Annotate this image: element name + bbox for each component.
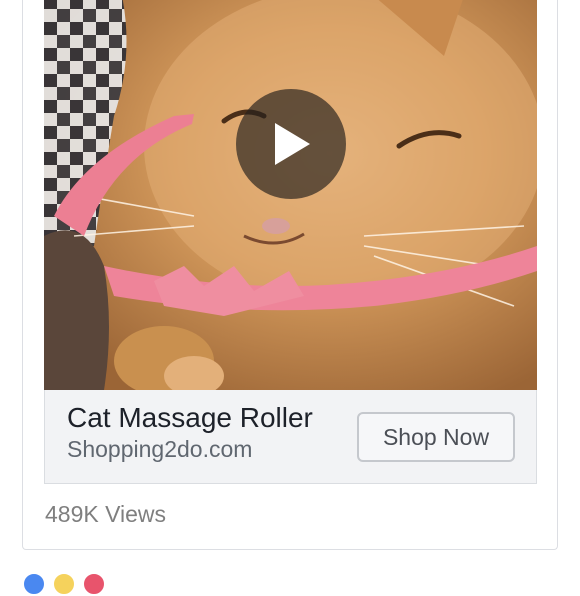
ad-post-card: Cat Massage Roller Shopping2do.com Shop … xyxy=(22,0,558,550)
ad-link-footer[interactable]: Cat Massage Roller Shopping2do.com Shop … xyxy=(44,390,537,484)
ad-title: Cat Massage Roller xyxy=(67,402,313,433)
play-button[interactable] xyxy=(236,89,346,199)
views-count: 489K Views xyxy=(45,501,167,527)
play-icon xyxy=(275,123,310,165)
video-thumbnail[interactable] xyxy=(44,0,537,390)
love-icon xyxy=(82,572,106,596)
like-icon xyxy=(22,572,46,596)
haha-icon xyxy=(52,572,76,596)
ad-domain: Shopping2do.com xyxy=(67,436,253,462)
shop-now-button[interactable]: Shop Now xyxy=(357,412,515,462)
